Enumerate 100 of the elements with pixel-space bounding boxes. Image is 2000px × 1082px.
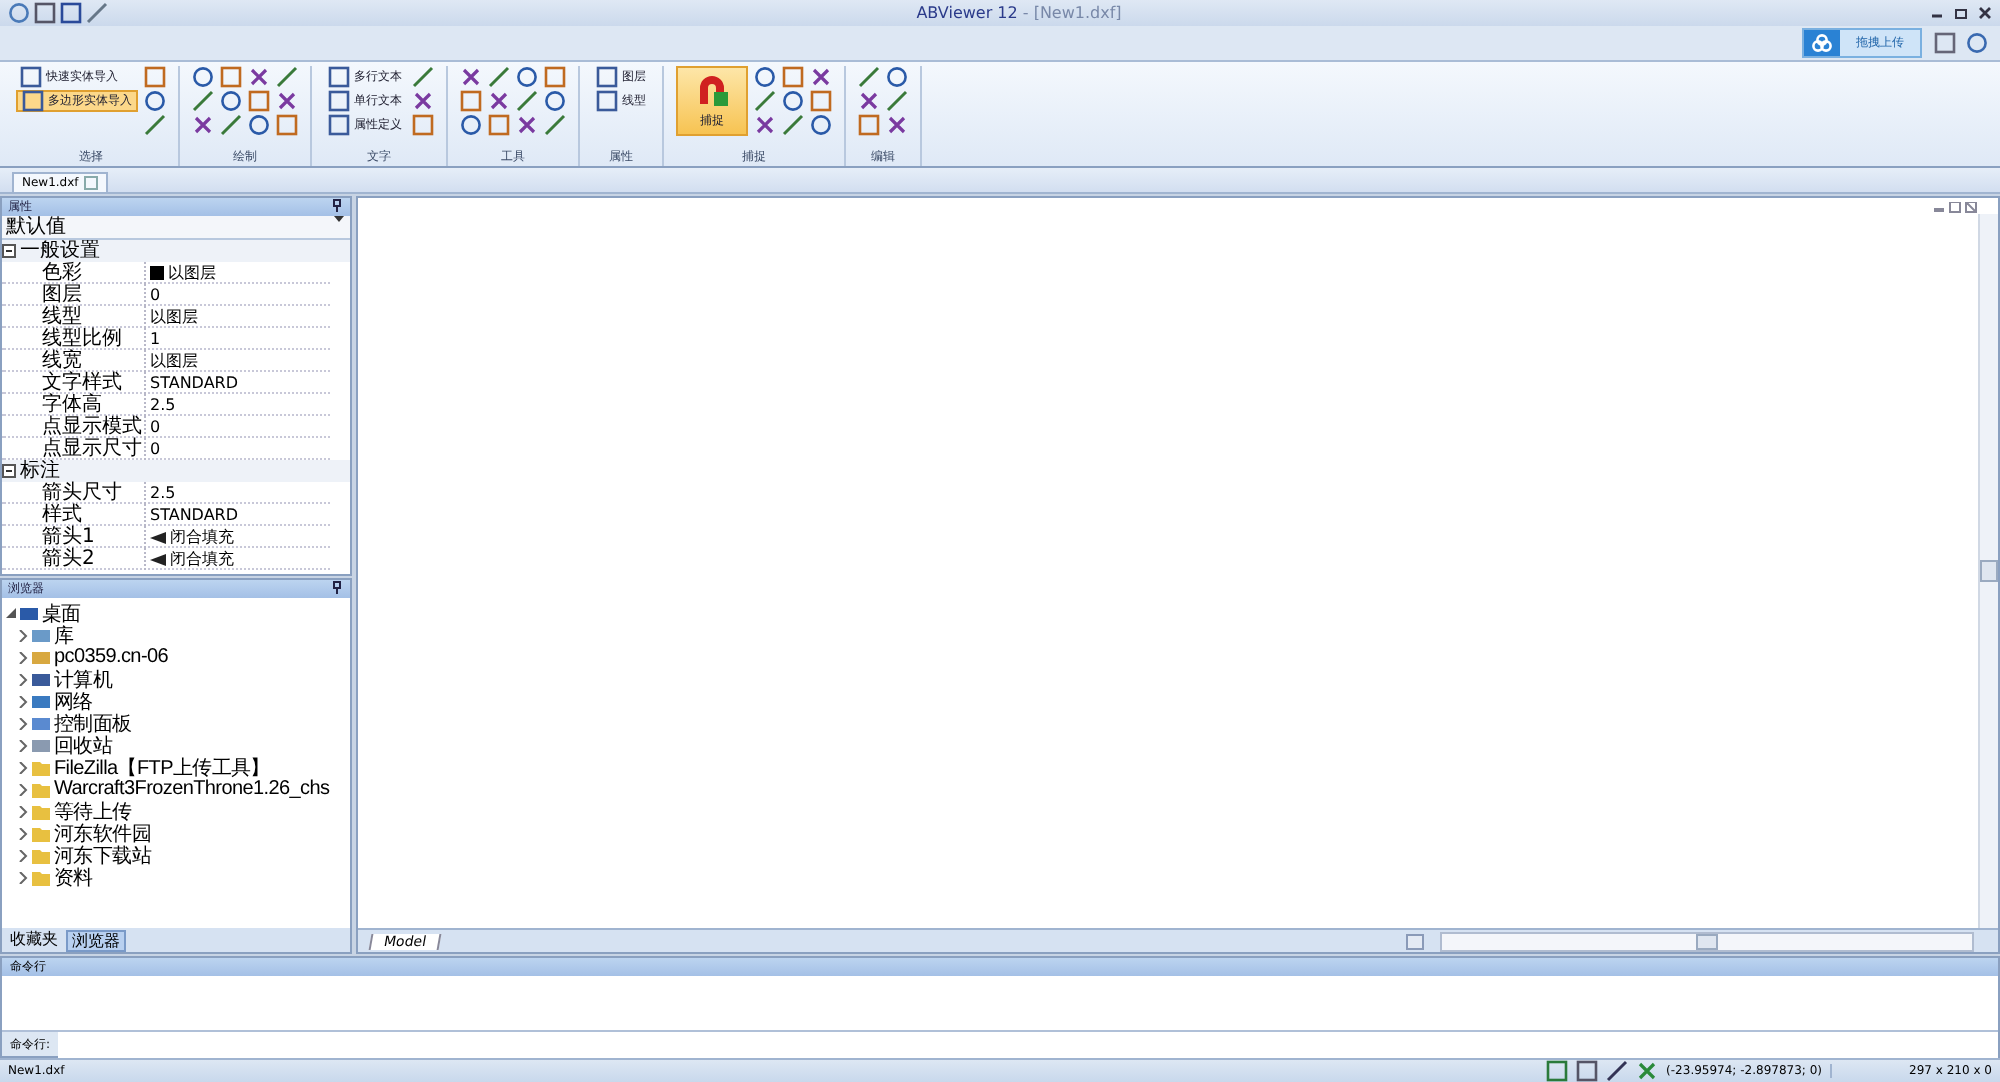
tree-item[interactable]: 河东软件园 (54, 819, 152, 847)
collapse-toggle-icon[interactable] (2, 244, 16, 258)
circle-icon[interactable] (754, 66, 776, 88)
pin-icon[interactable] (332, 198, 342, 212)
window-title: ABViewer 12 (916, 4, 1020, 22)
property-value[interactable]: 以图层 (150, 350, 198, 372)
square-icon[interactable] (460, 90, 482, 112)
circle-icon[interactable] (460, 114, 482, 136)
cloud-icon (1809, 34, 1834, 52)
line-icon[interactable] (488, 66, 510, 88)
expanded-arrow-icon[interactable] (6, 607, 16, 619)
category-label: 一般设置 (20, 240, 100, 262)
property-value[interactable]: 2.5 (150, 482, 176, 504)
cross-icon[interactable] (516, 114, 538, 136)
property-name: 点显示模式 (2, 416, 146, 438)
property-name: 文字样式 (2, 372, 146, 394)
property-value[interactable]: 1 (150, 328, 161, 350)
line-icon[interactable] (412, 66, 434, 88)
circle-icon[interactable] (810, 114, 832, 136)
circle-icon[interactable] (782, 90, 804, 112)
restore-icon[interactable] (1954, 6, 1968, 20)
vertical-scrollbar[interactable] (1978, 214, 1998, 928)
tree-item[interactable]: 控制面板 (54, 709, 132, 737)
circle-icon[interactable] (144, 90, 166, 112)
pin-icon[interactable] (332, 580, 342, 594)
tree-item[interactable]: FileZilla【FTP上传工具】 (54, 753, 270, 781)
square-icon[interactable] (782, 66, 804, 88)
square-icon[interactable] (544, 66, 566, 88)
property-name: 箭头2 (2, 548, 146, 570)
line-icon[interactable] (220, 114, 242, 136)
tree-item[interactable]: 回收站 (54, 731, 113, 759)
property-name: 样式 (2, 504, 146, 526)
panel-tab[interactable]: 收藏夹 (6, 930, 62, 952)
cross-icon[interactable] (754, 114, 776, 136)
tree-item[interactable]: 等待上传 (54, 797, 132, 825)
tree-item[interactable]: 资料 (54, 863, 93, 891)
cross-icon[interactable] (248, 66, 270, 88)
property-value[interactable]: 0 (150, 416, 161, 438)
square-icon[interactable] (276, 114, 298, 136)
tree-item[interactable]: pc0359.cn-06 (54, 646, 169, 668)
document-title: - [New1.dxf] (1022, 4, 1122, 22)
line-icon[interactable] (516, 90, 538, 112)
property-value[interactable]: 闭合填充 (170, 548, 234, 570)
tree-item[interactable]: 计算机 (54, 665, 113, 693)
circle-icon[interactable] (516, 66, 538, 88)
tree-item[interactable]: 河东下载站 (54, 841, 152, 869)
square-icon[interactable] (858, 114, 880, 136)
circle-icon[interactable] (192, 66, 214, 88)
cross-icon[interactable] (276, 90, 298, 112)
cross-icon[interactable] (412, 90, 434, 112)
property-value[interactable]: 以图层 (168, 262, 216, 284)
tree-item[interactable]: 网络 (54, 687, 93, 715)
property-value[interactable]: STANDARD (150, 504, 239, 526)
property-value[interactable]: 以图层 (150, 306, 198, 328)
line-icon[interactable] (886, 90, 908, 112)
line-icon[interactable] (544, 114, 566, 136)
circle-icon[interactable] (544, 90, 566, 112)
property-value[interactable]: 2.5 (150, 394, 176, 416)
property-name: 线型 (2, 306, 146, 328)
circle-icon[interactable] (248, 114, 270, 136)
preset-dropdown[interactable]: 默认值 (2, 216, 350, 240)
line-icon[interactable] (192, 90, 214, 112)
dropdown-arrow-icon (334, 216, 344, 222)
tree-item[interactable]: 桌面 (42, 599, 81, 627)
property-value[interactable]: 0 (150, 438, 161, 460)
magnet-icon (694, 72, 730, 108)
square-icon[interactable] (248, 90, 270, 112)
square-icon[interactable] (144, 66, 166, 88)
tree-item[interactable]: 库 (54, 621, 74, 649)
collapse-toggle-icon[interactable] (2, 464, 16, 478)
property-value[interactable]: 闭合填充 (170, 526, 234, 548)
cross-icon[interactable] (810, 66, 832, 88)
cross-icon[interactable] (488, 90, 510, 112)
line-icon[interactable] (858, 66, 880, 88)
square-icon[interactable] (488, 114, 510, 136)
command-input[interactable] (58, 1031, 1998, 1057)
cross-icon[interactable] (192, 114, 214, 136)
property-name: 字体高 (2, 394, 146, 416)
tree-item[interactable]: Warcraft3FrozenThrone1.26_chs (54, 778, 330, 800)
cross-icon[interactable] (886, 114, 908, 136)
circle-icon[interactable] (220, 90, 242, 112)
panel-tab[interactable]: 浏览器 (66, 930, 126, 952)
property-name: 箭头尺寸 (2, 482, 146, 504)
property-value[interactable]: 0 (150, 284, 161, 306)
property-value[interactable]: STANDARD (150, 372, 239, 394)
line-icon[interactable] (144, 114, 166, 136)
property-name: 线宽 (2, 350, 146, 372)
circle-icon[interactable] (886, 66, 908, 88)
line-icon[interactable] (276, 66, 298, 88)
cross-icon[interactable] (460, 66, 482, 88)
square-icon[interactable] (412, 114, 434, 136)
cross-icon[interactable] (858, 90, 880, 112)
window-controls-icon[interactable] (1934, 202, 1978, 214)
line-icon[interactable] (782, 114, 804, 136)
close-icon[interactable] (1978, 6, 1992, 20)
square-icon[interactable] (810, 90, 832, 112)
horizontal-scrollbar[interactable] (1440, 931, 1974, 951)
property-name: 箭头1 (2, 526, 146, 548)
line-icon[interactable] (754, 90, 776, 112)
square-icon[interactable] (220, 66, 242, 88)
